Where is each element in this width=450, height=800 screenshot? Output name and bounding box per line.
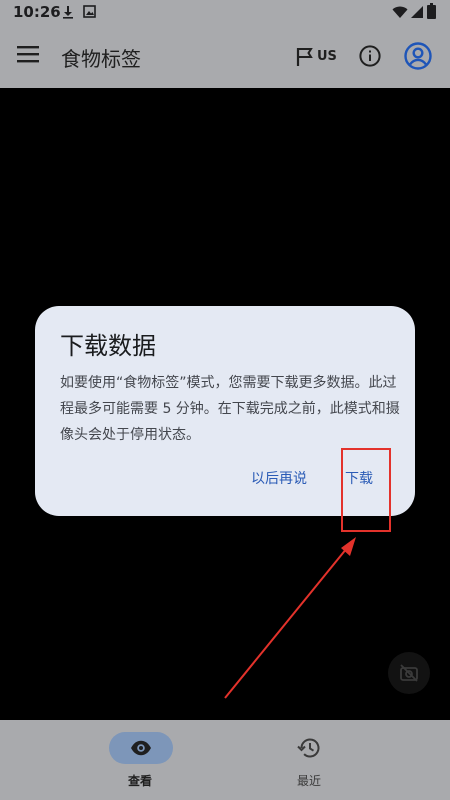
- nav-label-view: 查看: [128, 774, 153, 788]
- nav-item-view[interactable]: 查看: [0, 720, 225, 800]
- nav-item-recent[interactable]: 最近: [225, 720, 450, 800]
- nav-label-recent: 最近: [297, 774, 322, 788]
- history-icon: [297, 737, 321, 763]
- eye-icon: [130, 740, 152, 760]
- bottom-navigation: 查看 最近: [0, 720, 450, 800]
- annotation-arrow: [224, 537, 356, 699]
